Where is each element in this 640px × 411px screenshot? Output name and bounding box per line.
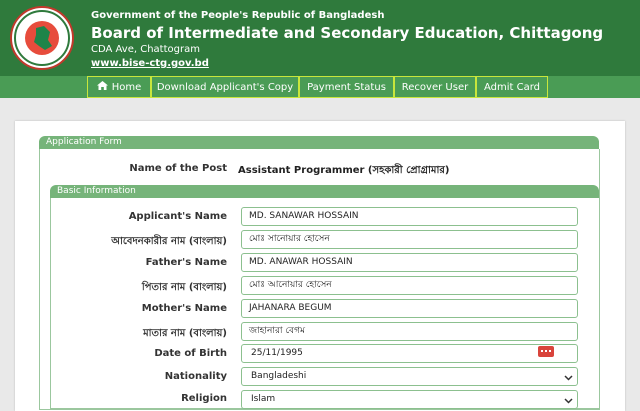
board-address: CDA Ave, Chattogram <box>91 44 200 55</box>
mother-name-bn-input[interactable]: জাহানারা বেগম <box>241 322 578 341</box>
chevron-down-icon <box>564 395 573 408</box>
father-name-bn-label: পিতার নাম (বাংলায়) <box>141 282 227 293</box>
religion-select-value: Islam <box>251 394 276 404</box>
board-title: Board of Intermediate and Secondary Educ… <box>91 24 604 42</box>
nav-payment-status[interactable]: Payment Status <box>299 76 394 98</box>
post-label: Name of the Post <box>129 163 227 174</box>
father-name-input[interactable]: MD. ANAWAR HOSSAIN <box>241 253 578 272</box>
nav-home-label: Home <box>111 81 142 93</box>
basic-info-legend: Basic Information <box>50 185 599 198</box>
application-form-legend: Application Form <box>39 136 599 149</box>
dob-input[interactable]: 25/11/1995 <box>241 344 578 363</box>
government-seal-logo <box>10 6 74 70</box>
nav-home[interactable]: Home <box>87 76 151 98</box>
nav-recover-user[interactable]: Recover User <box>394 76 476 98</box>
site-header: Government of the People's Republic of B… <box>0 0 640 76</box>
applicant-name-bn-label: আবেদনকারীর নাম (বাংলায়) <box>111 236 227 247</box>
religion-label: Religion <box>181 393 227 404</box>
post-value: Assistant Programmer (সহকারী প্রোগ্রামার… <box>238 165 450 176</box>
nationality-select-value: Bangladeshi <box>251 371 307 381</box>
father-name-label: Father's Name <box>145 257 227 268</box>
mother-name-input[interactable]: JAHANARA BEGUM <box>241 299 578 318</box>
calendar-icon[interactable] <box>538 346 554 357</box>
nationality-select[interactable]: Bangladeshi <box>241 367 578 386</box>
applicant-name-input[interactable]: MD. SANAWAR HOSSAIN <box>241 207 578 226</box>
government-title: Government of the People's Republic of B… <box>91 10 385 21</box>
nationality-label: Nationality <box>164 371 227 382</box>
home-icon <box>96 81 108 93</box>
nav-download-applicant-copy[interactable]: Download Applicant's Copy <box>151 76 299 98</box>
dob-label: Date of Birth <box>154 348 227 359</box>
father-name-bn-input[interactable]: মোঃ আনোয়ার হোসেন <box>241 276 578 295</box>
applicant-name-bn-input[interactable]: মোঃ সানোয়ার হোসেন <box>241 230 578 249</box>
applicant-name-label: Applicant's Name <box>128 211 227 222</box>
mother-name-label: Mother's Name <box>141 303 227 314</box>
chevron-down-icon <box>564 372 573 385</box>
mother-name-bn-label: মাতার নাম (বাংলায়) <box>143 328 227 339</box>
board-url-link[interactable]: www.bise-ctg.gov.bd <box>91 58 209 69</box>
nav-admit-card[interactable]: Admit Card <box>476 76 548 98</box>
main-navbar: Home Download Applicant's Copy Payment S… <box>0 76 640 98</box>
